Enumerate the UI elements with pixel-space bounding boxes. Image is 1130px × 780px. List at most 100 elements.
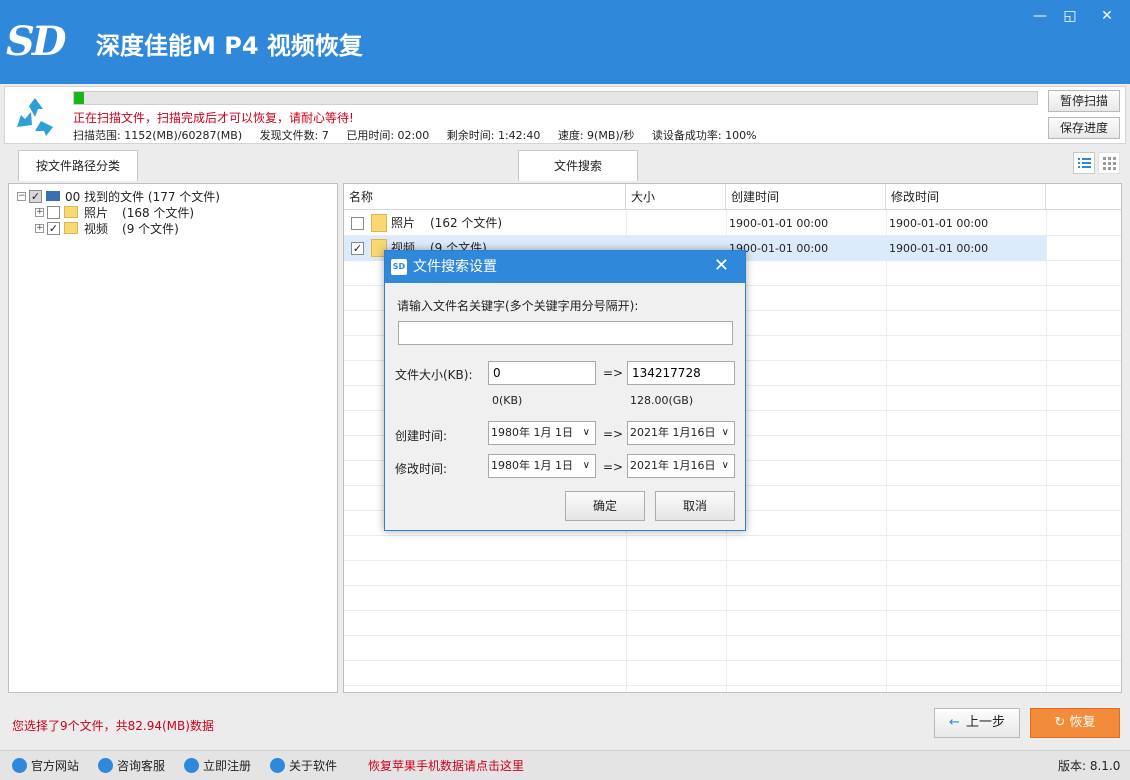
grid-view-icon[interactable] <box>1098 152 1120 174</box>
tree-root-checkbox[interactable]: ✓ <box>29 189 42 203</box>
size-label: 文件大小(KB): <box>395 368 473 382</box>
tree-root[interactable]: − ✓ 00 找到的文件 (177 个文件) <box>17 188 220 204</box>
drive-icon <box>46 191 60 201</box>
tree-root-label: 00 找到的文件 (177 个文件) <box>65 189 220 204</box>
scan-remaining: 剩余时间: 1:42:40 <box>446 129 541 142</box>
scan-progress-fill <box>74 92 84 104</box>
created-to-select[interactable]: 2021年 1月16日 ∨ <box>627 421 735 445</box>
iphone-recovery-link[interactable]: 恢复苹果手机数据请点击这里 <box>368 757 524 774</box>
folder-icon <box>64 222 78 234</box>
grid-line <box>344 635 1121 636</box>
folder-icon <box>371 214 387 232</box>
refresh-icon: ↻ <box>1054 715 1066 730</box>
row-modified: 1900-01-01 00:00 <box>889 242 989 255</box>
footer-link-about[interactable]: 关于软件 <box>270 757 337 774</box>
scan-progress-panel: 正在扫描文件，扫描完成后才可以恢复，请耐心等待! 扫描范围: 1152(MB)/… <box>4 86 1126 144</box>
tree-item-videos[interactable]: + ✓ 视频 (9 个文件) <box>35 220 179 236</box>
created-from-value: 1980年 1月 1日 <box>491 426 573 439</box>
selection-summary: 您选择了9个文件，共82.94(MB)数据 <box>12 719 214 733</box>
dialog-title-bar: SD 文件搜索设置 ✕ <box>385 251 745 283</box>
footer-link-support[interactable]: 咨询客服 <box>98 757 165 774</box>
footer-link-website[interactable]: 官方网站 <box>12 757 79 774</box>
row-name: 照片 <box>391 216 416 230</box>
column-name[interactable]: 名称 <box>344 184 626 210</box>
recover-button[interactable]: ↻ 恢复 <box>1030 708 1120 738</box>
keyword-input[interactable] <box>398 321 733 345</box>
recycle-icon <box>17 98 53 136</box>
scan-progress-bar <box>73 91 1038 105</box>
size-min-input[interactable] <box>488 361 596 385</box>
chevron-down-icon: ∨ <box>582 460 590 471</box>
row-checkbox[interactable]: ✓ <box>351 242 364 255</box>
size-max-input[interactable] <box>627 361 735 385</box>
modified-to-select[interactable]: 2021年 1月16日 ∨ <box>627 454 735 478</box>
size-arrow: => <box>603 366 624 380</box>
app-logo: SD <box>6 18 67 65</box>
footer-link-register[interactable]: 立即注册 <box>184 757 251 774</box>
modified-from-value: 1980年 1月 1日 <box>491 459 573 472</box>
footer-bar: 官方网站 咨询客服 立即注册 关于软件 恢复苹果手机数据请点击这里 版本: 8.… <box>0 750 1130 780</box>
arrow-left-icon: ← <box>949 715 960 730</box>
app-logo-icon: SD <box>391 259 407 275</box>
row-checkbox[interactable] <box>351 217 364 230</box>
tree-item-label: 视频 <box>84 221 109 236</box>
folder-tree: − ✓ 00 找到的文件 (177 个文件) + 照片 (168 个文件) + … <box>8 183 338 693</box>
scan-range: 扫描范围: 1152(MB)/60287(MB) <box>73 129 243 142</box>
minimize-button[interactable]: — <box>1027 6 1053 26</box>
close-button[interactable]: ✕ <box>1094 6 1120 26</box>
tree-item-photos[interactable]: + 照片 (168 个文件) <box>35 204 194 220</box>
version-label: 版本: 8.1.0 <box>1058 759 1121 773</box>
app-title: 深度佳能M P4 视频恢复 <box>96 32 363 60</box>
restore-button[interactable]: ◱ <box>1057 6 1083 26</box>
column-size[interactable]: 大小 <box>626 184 726 210</box>
created-arrow: => <box>603 427 624 441</box>
table-row[interactable]: 照片 (162 个文件) 1900-01-01 00:00 1900-01-01… <box>344 211 1046 236</box>
created-from-select[interactable]: 1980年 1月 1日 ∨ <box>488 421 596 445</box>
modified-label: 修改时间: <box>395 462 448 476</box>
save-progress-button[interactable]: 保存进度 <box>1048 117 1120 139</box>
footer-link-label: 官方网站 <box>31 759 80 773</box>
collapse-icon[interactable]: − <box>17 191 26 201</box>
grid-line <box>886 210 887 692</box>
title-bar: SD 深度佳能M P4 视频恢复 — ◱ ✕ <box>0 0 1130 84</box>
prev-step-label: 上一步 <box>965 715 1005 730</box>
folder-icon <box>64 206 78 218</box>
column-created[interactable]: 创建时间 <box>726 184 886 210</box>
scan-found-count: 发现文件数: 7 <box>259 129 329 142</box>
tree-item-checkbox[interactable] <box>47 205 60 219</box>
footer-link-label: 关于软件 <box>289 759 338 773</box>
ok-button[interactable]: 确定 <box>565 491 645 521</box>
created-label: 创建时间: <box>395 429 448 443</box>
size-max-hint: 128.00(GB) <box>630 394 694 407</box>
list-header: 名称 大小 创建时间 修改时间 <box>344 184 1121 210</box>
home-icon <box>12 758 27 773</box>
modified-arrow: => <box>603 460 624 474</box>
footer-link-label: 立即注册 <box>203 759 252 773</box>
tab-file-search[interactable]: 文件搜索 <box>518 150 638 181</box>
grid-line <box>344 560 1121 561</box>
dialog-close-icon[interactable]: ✕ <box>714 251 729 281</box>
expand-icon[interactable]: + <box>35 223 44 233</box>
row-created: 1900-01-01 00:00 <box>729 217 829 230</box>
column-modified[interactable]: 修改时间 <box>886 184 1046 210</box>
modified-to-value: 2021年 1月16日 <box>630 459 716 472</box>
scan-read-rate: 读设备成功率: 100% <box>651 129 757 142</box>
cancel-button[interactable]: 取消 <box>655 491 735 521</box>
tree-item-checkbox[interactable]: ✓ <box>47 221 60 235</box>
grid-line <box>344 685 1121 686</box>
keyword-label: 请输入文件名关键字(多个关键字用分号隔开): <box>397 299 639 313</box>
recover-label: 恢复 <box>1069 715 1096 730</box>
created-to-value: 2021年 1月16日 <box>630 426 716 439</box>
expand-icon[interactable]: + <box>35 207 44 217</box>
list-view-icon[interactable] <box>1073 152 1095 174</box>
grid-line <box>344 610 1121 611</box>
prev-step-button[interactable]: ← 上一步 <box>934 708 1020 738</box>
tab-by-path[interactable]: 按文件路径分类 <box>18 150 138 181</box>
scan-warning-text: 正在扫描文件，扫描完成后才可以恢复，请耐心等待! <box>73 111 354 125</box>
scan-elapsed: 已用时间: 02:00 <box>346 129 430 142</box>
size-min-hint: 0(KB) <box>492 394 523 407</box>
chevron-down-icon: ∨ <box>721 427 729 438</box>
info-icon <box>270 758 285 773</box>
pause-scan-button[interactable]: 暂停扫描 <box>1048 90 1120 112</box>
modified-from-select[interactable]: 1980年 1月 1日 ∨ <box>488 454 596 478</box>
